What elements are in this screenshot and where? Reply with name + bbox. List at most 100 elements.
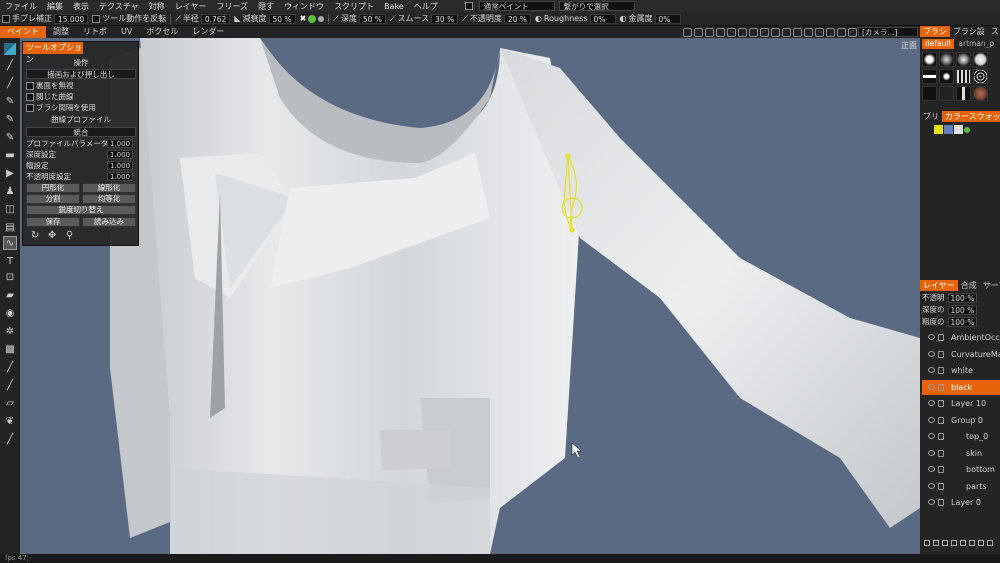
paint-tool-icon[interactable]: ✎ [3,112,17,126]
menu-hide[interactable]: 隠す [253,1,279,12]
tab-preset[interactable]: ブリ [920,111,942,122]
menu-layer[interactable]: レイヤー [170,1,212,12]
eye-icon[interactable] [928,433,935,439]
smooth-value[interactable]: 15.000 [54,13,89,24]
reverse-checkbox[interactable] [92,14,101,23]
green-sphere-icon[interactable] [308,14,317,23]
menu-symmetry[interactable]: 対称 [144,1,170,12]
mask-tool-icon[interactable]: ▩ [3,342,17,356]
folder-icon[interactable] [942,540,948,546]
view-icon[interactable] [716,27,725,37]
view-icon[interactable] [848,27,857,37]
menu-bake[interactable]: Bake [379,2,409,11]
save-button[interactable]: 保存 [26,217,80,227]
param-value[interactable]: 1.000 [107,150,133,159]
gear-tool-icon[interactable]: ✲ [3,324,17,338]
brush-preset[interactable] [922,86,937,101]
view-icon[interactable] [760,27,769,37]
closed-curve-checkbox[interactable] [26,93,34,101]
layer-row[interactable]: black [922,379,1000,395]
color-swatch-icon[interactable] [3,42,17,56]
brush-preset[interactable] [973,86,988,101]
tab-stroke[interactable]: ストロ [988,26,1000,37]
lock-icon[interactable] [938,482,944,490]
view-icon[interactable] [683,27,692,37]
up-icon[interactable] [960,540,966,546]
brush-preset[interactable] [956,52,971,67]
smudge-tool-icon[interactable]: ✎ [3,130,17,144]
view-icon[interactable] [804,27,813,37]
brush-preset[interactable] [939,86,954,101]
3d-viewport[interactable]: 正面 [20,38,920,554]
param-value[interactable]: 1.000 [107,172,133,181]
layer-row[interactable]: skin [922,446,1000,461]
lock-icon[interactable] [938,334,944,341]
layer-opacity-value[interactable]: 100 % [947,293,978,303]
eraser-tool-icon[interactable]: ▰ [3,288,17,302]
linear-button[interactable]: 線形化 [82,183,136,193]
radius-value[interactable]: 0.762 [200,13,231,24]
brush-preset[interactable] [973,52,988,67]
split-button[interactable]: 分割 [26,194,80,204]
view-icon[interactable] [694,27,703,37]
sharpness-toggle-button[interactable]: 鋭度切り替え [26,205,136,215]
color-swatch[interactable] [944,125,953,134]
color-swatch[interactable] [964,127,970,133]
circle-button[interactable]: 円形化 [26,183,80,193]
pen-tool-icon[interactable]: ╱ [3,76,17,90]
menu-texture[interactable]: テクスチャ [94,1,144,12]
layer-row[interactable]: AmbientOcclu [922,330,1000,345]
eye-icon[interactable] [928,482,935,489]
flat-brush-icon[interactable]: ▬ [3,148,17,162]
falloff-value[interactable]: 50 % [268,13,296,24]
close-icon[interactable]: ✖ [300,14,307,23]
lock-icon[interactable] [938,416,944,424]
tab-brush[interactable]: ブラシ [920,26,950,37]
lock-icon[interactable] [938,400,944,407]
tab-voxel[interactable]: ボクセル [139,26,185,38]
tab-render[interactable]: レンダー [185,26,231,38]
eye-icon[interactable] [928,449,935,456]
eye-icon[interactable] [928,416,935,423]
tab-adjust[interactable]: 調整 [46,26,76,38]
lock-icon[interactable] [938,383,944,391]
color-swatch[interactable] [934,125,943,134]
menu-file[interactable]: ファイル [0,1,42,12]
paint-mode-checkbox[interactable] [464,2,473,10]
layer-row[interactable]: Group 0 [922,413,1000,428]
merge-dropdown[interactable]: 統合 [26,127,136,137]
lock-icon[interactable] [938,433,944,440]
tab-surface[interactable]: サーフ [980,280,1000,291]
eye-icon[interactable] [928,383,935,390]
view-icon[interactable] [749,27,758,37]
brush-preset[interactable] [939,52,954,67]
lock-icon[interactable] [938,367,944,374]
eye-icon[interactable] [928,334,935,340]
layer-row[interactable]: white [922,363,1000,378]
layer-row[interactable]: parts [922,479,1000,494]
fill-tool-icon[interactable]: ▶ [3,166,17,180]
roughness-value[interactable]: 0% [589,13,616,24]
load-button[interactable]: 読み込み [82,217,136,227]
brush-spacing-checkbox[interactable] [26,104,34,112]
brush-preset[interactable] [956,86,971,101]
smooth2-value[interactable]: 30 % [431,13,459,24]
eye-icon[interactable] [928,350,935,357]
brush-preset[interactable] [973,69,988,84]
menu-edit[interactable]: 編集 [42,1,68,12]
tab-color-swatch[interactable]: カラースウォッチ [942,111,1000,122]
menu-freeze[interactable]: フリーズ [211,1,253,12]
layer-depth-value[interactable]: 100 % [947,305,978,315]
text-tool-icon[interactable]: T [3,254,17,268]
brush-preset[interactable] [956,69,971,84]
zoom-icon[interactable]: ⚲ [66,230,73,241]
stamp-tool-icon[interactable]: ♟ [3,184,17,198]
view-icon[interactable] [727,27,736,37]
layer-row[interactable]: bottom [922,462,1000,477]
view-icon[interactable] [793,27,802,37]
menu-window[interactable]: ウィンドウ [279,1,329,12]
tab-layer[interactable]: レイヤー [920,280,958,291]
ruler-tool-icon[interactable]: ╱ [3,432,17,446]
lock-icon[interactable] [938,449,944,457]
param-value[interactable]: 1.000 [107,161,133,170]
